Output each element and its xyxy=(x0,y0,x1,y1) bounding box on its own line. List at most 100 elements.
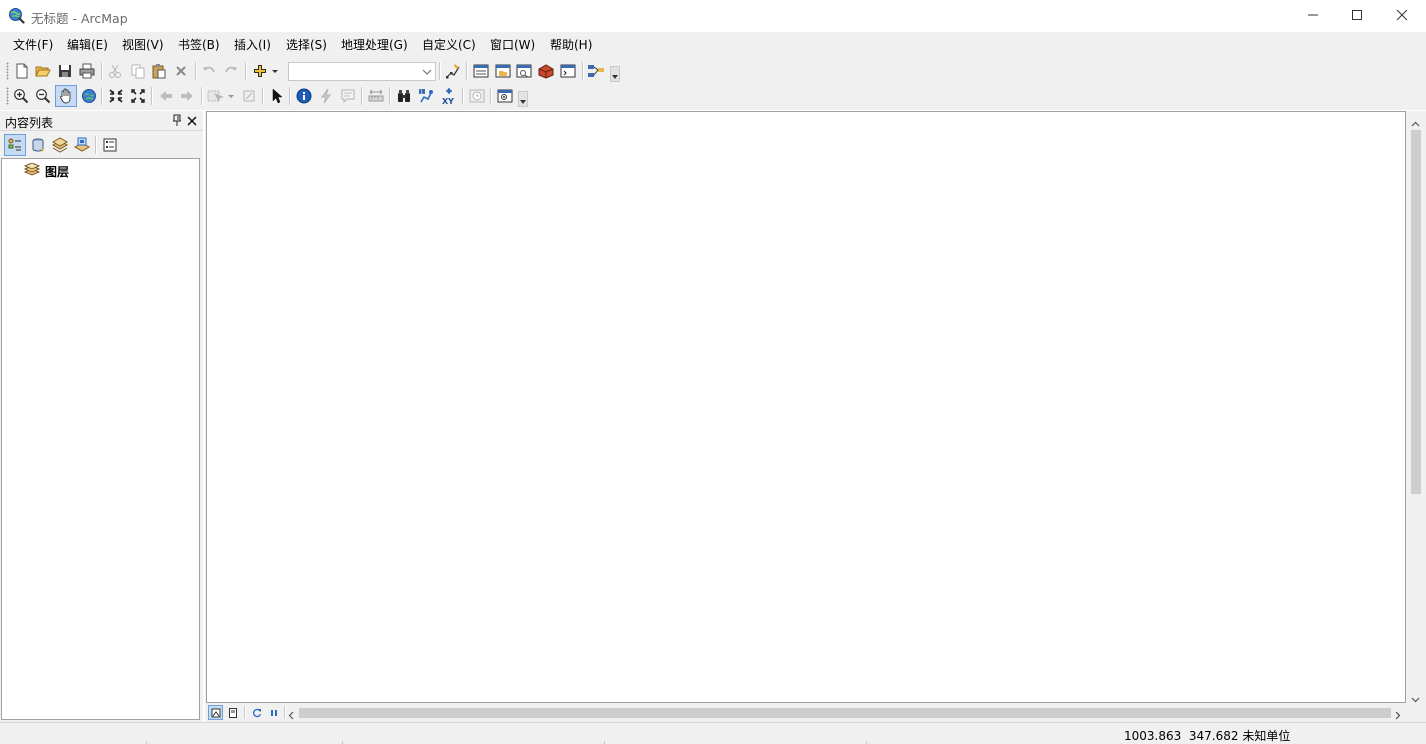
layers-data-frame-icon xyxy=(23,161,41,180)
undo-button[interactable] xyxy=(199,61,219,81)
redo-arrow-icon xyxy=(225,66,237,73)
tools-toolbar-gripper[interactable] xyxy=(6,87,9,105)
layout-view-button[interactable] xyxy=(225,705,240,720)
find-button[interactable] xyxy=(394,86,414,106)
html-popup-button[interactable] xyxy=(338,86,358,106)
list-by-drawing-order-button[interactable] xyxy=(4,134,26,156)
close-button[interactable] xyxy=(1379,0,1425,30)
scroll-right-icon[interactable] xyxy=(1395,709,1401,723)
copy-icon xyxy=(131,64,145,79)
scroll-up-icon[interactable] xyxy=(1411,116,1420,130)
arctoolbox-window-button[interactable] xyxy=(536,61,556,81)
menu-insert[interactable]: 插入(I) xyxy=(234,37,271,53)
menu-customize[interactable]: 自定义(C) xyxy=(422,37,476,53)
menu-help[interactable]: 帮助(H) xyxy=(550,37,592,53)
add-data-button[interactable] xyxy=(250,61,280,81)
clear-selection-button[interactable] xyxy=(239,86,259,106)
select-elements-button[interactable] xyxy=(267,86,287,106)
status-bar: 1003.863 347.682 未知单位 xyxy=(0,722,1426,744)
new-document-button[interactable] xyxy=(12,61,32,81)
catalog-window-button[interactable] xyxy=(493,61,513,81)
list-by-visibility-button[interactable] xyxy=(50,135,70,155)
scroll-left-icon[interactable] xyxy=(288,709,294,723)
chevron-down-icon xyxy=(520,100,526,104)
measure-button[interactable] xyxy=(366,86,386,106)
toolbar-separator xyxy=(262,87,263,105)
editor-toolbar-button[interactable] xyxy=(443,61,463,81)
add-data-plus-icon xyxy=(254,65,278,77)
menu-geoprocessing[interactable]: 地理处理(G) xyxy=(341,37,408,53)
refresh-button[interactable] xyxy=(249,705,264,720)
create-viewer-window-button[interactable] xyxy=(495,86,515,106)
menu-windows[interactable]: 窗口(W) xyxy=(490,37,535,53)
delete-button[interactable] xyxy=(171,61,191,81)
vertical-scroll-thumb[interactable] xyxy=(1411,130,1421,494)
toc-options-button[interactable] xyxy=(100,135,120,155)
pan-button[interactable] xyxy=(55,85,77,107)
map-canvas[interactable] xyxy=(206,111,1406,703)
layers-data-frame-label: 图层 xyxy=(45,164,70,179)
toc-header: 内容列表 xyxy=(0,111,203,131)
layer-selection-icon xyxy=(74,137,90,152)
identify-button[interactable] xyxy=(294,86,314,106)
model-builder-button[interactable] xyxy=(586,61,606,81)
menu-bookmarks[interactable]: 书签(B) xyxy=(178,37,220,53)
map-scale-combo[interactable] xyxy=(288,62,436,81)
toolbar-separator xyxy=(462,87,463,105)
search-window-button[interactable] xyxy=(514,61,534,81)
arrow-right-icon xyxy=(181,91,193,101)
status-units: 未知单位 xyxy=(1242,729,1291,743)
tools-toolbar-overflow-button[interactable] xyxy=(518,91,528,107)
maximize-button[interactable] xyxy=(1334,0,1380,30)
data-view-button[interactable] xyxy=(208,705,223,720)
chevron-down-icon[interactable] xyxy=(419,64,434,79)
fixed-zoom-out-button[interactable] xyxy=(128,86,148,106)
print-button[interactable] xyxy=(77,61,97,81)
select-features-button[interactable] xyxy=(205,86,235,106)
standard-toolbar-gripper[interactable] xyxy=(6,62,9,80)
time-slider-button[interactable] xyxy=(467,86,487,106)
close-icon[interactable] xyxy=(186,114,198,127)
toolbar-separator xyxy=(439,62,440,80)
menu-selection[interactable]: 选择(S) xyxy=(286,37,327,53)
back-extent-button[interactable] xyxy=(156,86,176,106)
toolbar-separator xyxy=(101,87,102,105)
paste-button[interactable] xyxy=(149,61,169,81)
forward-extent-button[interactable] xyxy=(177,86,197,106)
open-button[interactable] xyxy=(33,61,53,81)
zoom-in-button[interactable] xyxy=(11,86,31,106)
horizontal-scroll-thumb[interactable] xyxy=(299,708,1391,718)
save-button[interactable] xyxy=(55,61,75,81)
redo-button[interactable] xyxy=(221,61,241,81)
hyperlink-button[interactable] xyxy=(316,86,336,106)
zoom-out-button[interactable] xyxy=(33,86,53,106)
fixed-zoom-in-button[interactable] xyxy=(106,86,126,106)
pause-drawing-button[interactable] xyxy=(266,705,281,720)
list-by-source-button[interactable] xyxy=(28,135,48,155)
go-to-xy-button[interactable]: XY xyxy=(439,86,459,106)
find-route-button[interactable]: 1 xyxy=(416,86,436,106)
menu-file[interactable]: 文件(F) xyxy=(13,37,53,53)
layer-stack-visibility-icon xyxy=(52,137,68,153)
search-window-icon xyxy=(516,64,532,78)
cut-button[interactable] xyxy=(105,61,125,81)
go-to-xy-icon: XY xyxy=(442,88,454,105)
map-display-frame xyxy=(205,111,1426,722)
model-builder-icon xyxy=(588,65,604,77)
standard-toolbar-overflow-button[interactable] xyxy=(610,66,620,82)
copy-button[interactable] xyxy=(128,61,148,81)
minimize-button[interactable] xyxy=(1290,0,1336,30)
scissors-icon xyxy=(109,64,121,78)
fixed-zoom-in-icon xyxy=(109,89,123,103)
pin-icon[interactable] xyxy=(171,114,183,127)
python-window-button[interactable] xyxy=(558,61,578,81)
toolbar-separator xyxy=(289,87,290,105)
vertical-scrollbar[interactable] xyxy=(1407,112,1424,704)
full-extent-button[interactable] xyxy=(79,86,99,106)
layers-data-frame-node[interactable]: 图层 xyxy=(23,161,70,180)
menu-edit[interactable]: 编辑(E) xyxy=(67,37,108,53)
toolbar-separator xyxy=(151,87,152,105)
list-by-selection-button[interactable] xyxy=(72,135,92,155)
table-of-contents-window-button[interactable] xyxy=(471,61,491,81)
menu-view[interactable]: 视图(V) xyxy=(122,37,164,53)
